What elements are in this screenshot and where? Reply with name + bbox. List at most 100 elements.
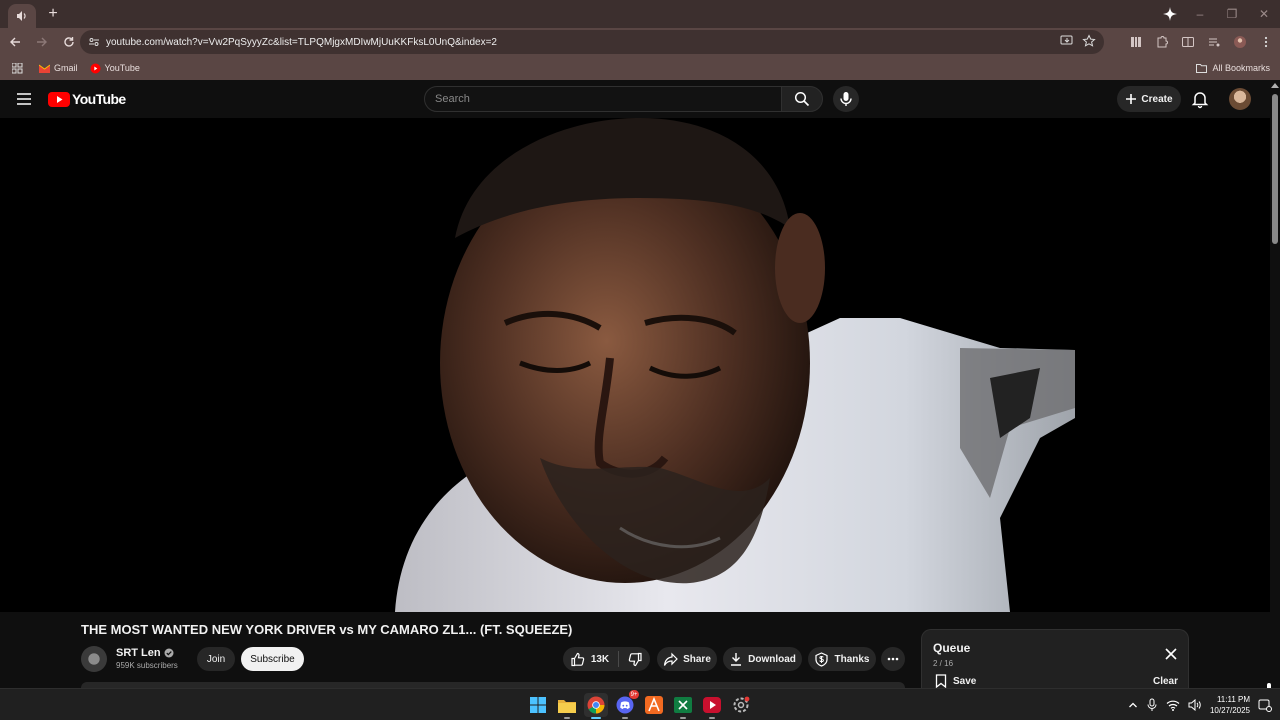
extension-puzzle-icon[interactable] <box>1126 32 1146 52</box>
bookmarks-bar: Gmail YouTube All Bookmarks <box>0 56 1280 80</box>
reload-button[interactable] <box>57 30 81 54</box>
channel-name: SRT Len <box>116 647 161 659</box>
all-bookmarks-label: All Bookmarks <box>1212 63 1270 73</box>
gmail-icon <box>39 64 50 73</box>
taskbar-excel[interactable] <box>671 693 695 719</box>
wifi-icon[interactable] <box>1166 699 1180 711</box>
start-button[interactable] <box>526 693 550 717</box>
media-controls-icon[interactable] <box>1204 32 1224 52</box>
volume-icon[interactable] <box>1188 699 1202 711</box>
thanks-button[interactable]: Thanks <box>808 647 876 671</box>
search-icon <box>794 91 810 107</box>
scroll-up-arrow-icon[interactable] <box>1271 83 1279 88</box>
browser-tab-strip: + – ❐ ✕ <box>0 0 1280 28</box>
subscriber-count: 959K subscribers <box>116 661 178 670</box>
channel-name-link[interactable]: SRT Len <box>116 647 174 659</box>
dislike-button[interactable] <box>628 652 643 667</box>
browser-tab[interactable] <box>8 4 36 28</box>
video-player[interactable] <box>0 118 1270 612</box>
clock-time: 11:11 PM <box>1216 695 1250 704</box>
create-button[interactable]: Create <box>1117 86 1181 112</box>
taskbar-app-orange[interactable] <box>642 693 666 717</box>
download-label: Download <box>748 653 796 665</box>
page-scrollbar[interactable] <box>1270 80 1280 688</box>
gemini-icon[interactable] <box>1160 4 1180 24</box>
microphone-icon[interactable] <box>1146 698 1158 712</box>
voice-search-button[interactable] <box>833 86 859 112</box>
taskbar-discord[interactable]: 9+ <box>613 690 639 719</box>
split-view-icon[interactable] <box>1178 32 1198 52</box>
discord-notification-badge: 9+ <box>629 690 639 699</box>
browser-menu-icon[interactable] <box>1256 32 1276 52</box>
apps-grid-button[interactable] <box>12 62 23 74</box>
minimize-icon[interactable]: – <box>1184 7 1216 21</box>
taskbar-chrome[interactable] <box>584 693 608 719</box>
account-avatar[interactable] <box>1229 88 1251 110</box>
share-label: Share <box>683 653 711 665</box>
share-arrow-icon <box>663 652 678 666</box>
running-indicator <box>622 717 628 719</box>
search-placeholder: Search <box>435 93 470 105</box>
notifications-button[interactable] <box>1190 89 1210 109</box>
bookmark-label: Gmail <box>54 63 78 73</box>
taskbar-settings[interactable] <box>729 693 753 717</box>
video-frame-image <box>0 118 1270 612</box>
restore-icon[interactable]: ❐ <box>1216 7 1248 21</box>
new-tab-button[interactable]: + <box>42 3 64 25</box>
queue-position: 2 / 16 <box>933 659 954 668</box>
back-button[interactable] <box>3 30 27 54</box>
folder-icon <box>1196 64 1208 73</box>
taskbar-file-explorer[interactable] <box>555 693 579 719</box>
more-actions-button[interactable] <box>881 647 905 671</box>
search-button[interactable] <box>781 86 823 112</box>
youtube-logo-text: YouTube <box>72 91 126 107</box>
thanks-label: Thanks <box>834 653 870 665</box>
more-horizontal-icon <box>887 657 899 661</box>
running-indicator <box>564 717 570 719</box>
arrow-right-icon <box>37 37 47 47</box>
taskbar-clock[interactable]: 11:11 PM 10/27/2025 <box>1210 694 1250 716</box>
media-player-icon <box>703 697 721 713</box>
window-controls: – ❐ ✕ <box>1184 0 1280 28</box>
forward-button[interactable] <box>30 30 54 54</box>
notification-center-icon[interactable] <box>1258 698 1272 712</box>
taskbar-media-player[interactable] <box>700 693 724 719</box>
verified-check-icon <box>164 648 174 658</box>
url-text: youtube.com/watch?v=Vw2PqSyyyZc&list=TLP… <box>106 36 497 48</box>
share-button[interactable]: Share <box>657 647 717 671</box>
arrow-left-icon <box>10 37 20 47</box>
site-info-icon[interactable] <box>84 36 104 48</box>
youtube-play-logo-icon <box>48 91 70 107</box>
like-button[interactable]: 13K <box>570 652 609 667</box>
excel-icon <box>674 697 692 713</box>
bookmark-star-icon[interactable] <box>1082 34 1096 48</box>
active-indicator <box>591 717 601 719</box>
install-app-icon[interactable] <box>1060 34 1074 48</box>
gear-icon <box>733 696 750 713</box>
guide-menu-button[interactable] <box>14 89 34 109</box>
running-indicator <box>680 717 686 719</box>
queue-clear-button[interactable]: Clear <box>1153 676 1178 687</box>
speaker-icon <box>17 11 26 21</box>
bookmark-gmail[interactable]: Gmail <box>39 63 78 73</box>
folder-icon <box>558 699 576 713</box>
close-window-icon[interactable]: ✕ <box>1248 7 1280 21</box>
queue-save-button[interactable]: Save <box>935 674 976 688</box>
address-bar[interactable]: youtube.com/watch?v=Vw2PqSyyyZc&list=TLP… <box>80 30 1104 54</box>
queue-close-button[interactable] <box>1164 647 1178 661</box>
search-input[interactable]: Search <box>424 86 782 112</box>
download-button[interactable]: Download <box>723 647 802 671</box>
profile-avatar-icon[interactable] <box>1230 32 1250 52</box>
youtube-masthead: YouTube Search Create <box>0 80 1270 118</box>
bookmark-youtube[interactable]: YouTube <box>90 63 140 74</box>
youtube-logo[interactable]: YouTube <box>48 91 126 107</box>
subscribe-button[interactable]: Subscribe <box>241 647 304 671</box>
scrollbar-thumb[interactable] <box>1272 94 1278 244</box>
channel-avatar[interactable] <box>81 646 107 672</box>
chevron-up-icon[interactable] <box>1128 700 1138 710</box>
extensions-icon[interactable] <box>1152 32 1172 52</box>
all-bookmarks-button[interactable]: All Bookmarks <box>1196 63 1270 73</box>
join-button[interactable]: Join <box>197 647 235 671</box>
like-dislike-group: 13K <box>563 647 650 671</box>
queue-title: Queue <box>933 641 971 655</box>
